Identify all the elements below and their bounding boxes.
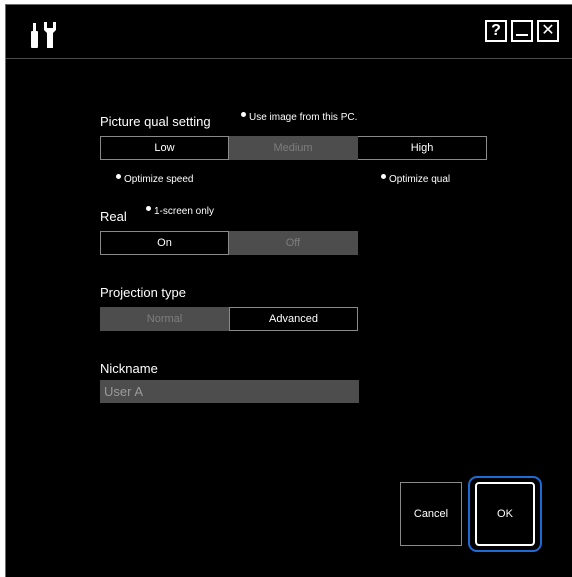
quality-low-hint: Optimize speed — [116, 174, 193, 185]
help-icon: ? — [491, 22, 501, 39]
picture-quality-note-text: Use image from this PC. — [249, 112, 358, 123]
help-button[interactable]: ? — [485, 20, 507, 42]
close-button[interactable]: ✕ — [537, 20, 559, 42]
real-selector: On Off — [100, 231, 358, 255]
real-off-button[interactable]: Off — [229, 231, 358, 255]
cancel-button[interactable]: Cancel — [400, 482, 462, 546]
real-label: Real — [100, 209, 127, 224]
titlebar-divider — [6, 58, 572, 59]
nickname-input[interactable]: User A — [100, 380, 359, 403]
minimize-icon — [516, 34, 528, 36]
bullet-icon — [116, 174, 121, 179]
minimize-button[interactable] — [511, 20, 533, 42]
quality-high-hint-text: Optimize qual — [389, 174, 451, 185]
projection-advanced-button[interactable]: Advanced — [229, 307, 358, 331]
ok-button[interactable]: OK — [475, 482, 535, 546]
real-note: 1-screen only — [146, 206, 214, 217]
picture-quality-note: Use image from this PC. — [241, 112, 357, 123]
picture-quality-label: Picture qual setting — [100, 114, 211, 129]
bullet-icon — [146, 206, 151, 211]
real-note-text: 1-screen only — [154, 206, 215, 217]
quality-medium-button[interactable]: Medium — [229, 136, 358, 160]
nickname-label: Nickname — [100, 361, 158, 376]
quality-high-hint: Optimize qual — [381, 174, 450, 185]
picture-quality-selector: Low Medium High — [100, 136, 487, 160]
quality-high-button[interactable]: High — [358, 136, 487, 160]
quality-low-hint-text: Optimize speed — [124, 174, 194, 185]
quality-low-button[interactable]: Low — [100, 136, 229, 160]
tools-icon — [30, 20, 70, 50]
projection-type-selector: Normal Advanced — [100, 307, 358, 331]
close-icon: ✕ — [541, 22, 555, 39]
projection-normal-button[interactable]: Normal — [100, 307, 229, 331]
settings-window: ? ✕ Picture qual setting Use image from … — [5, 4, 572, 577]
ok-focus-ring: OK — [468, 476, 542, 552]
real-on-button[interactable]: On — [100, 231, 229, 255]
bullet-icon — [241, 112, 246, 117]
bullet-icon — [381, 174, 386, 179]
projection-type-label: Projection type — [100, 285, 186, 300]
